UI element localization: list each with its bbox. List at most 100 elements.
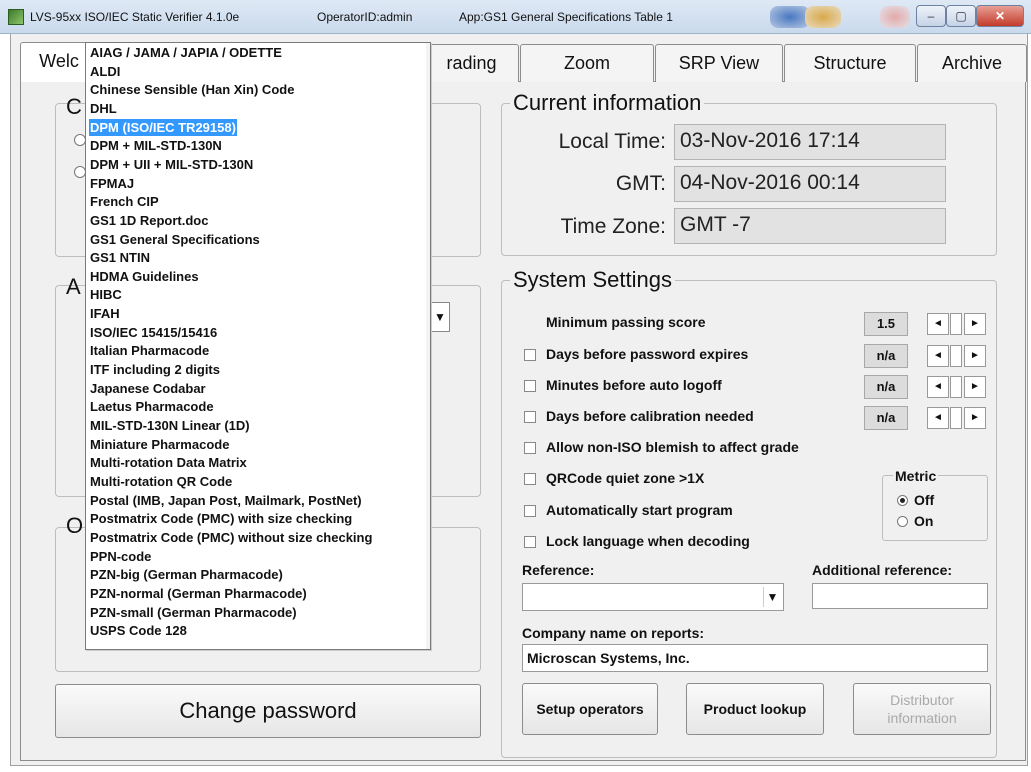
dropdown-item[interactable]: DHL <box>89 100 118 117</box>
dropdown-item[interactable]: ALDI <box>89 63 121 80</box>
local-time-value: 03-Nov-2016 17:14 <box>674 124 946 160</box>
taskbar-blur-icon <box>880 6 910 28</box>
additional-reference-label: Additional reference: <box>812 562 953 578</box>
metric-off-radio[interactable] <box>897 495 908 506</box>
min-score-slider[interactable] <box>950 313 962 335</box>
min-score-increase-button[interactable]: ► <box>964 313 986 335</box>
dropdown-item[interactable]: Multi-rotation QR Code <box>89 473 233 490</box>
dropdown-item[interactable]: PZN-normal (German Pharmacode) <box>89 585 308 602</box>
dropdown-item[interactable]: French CIP <box>89 193 160 210</box>
dropdown-item[interactable]: Japanese Codabar <box>89 380 207 397</box>
metric-on-option[interactable]: On <box>897 513 933 529</box>
dropdown-item[interactable]: DPM (ISO/IEC TR29158) <box>89 118 237 136</box>
dropdown-item[interactable]: FPMAJ <box>89 175 135 192</box>
autostart-checkbox[interactable] <box>524 505 536 517</box>
metric-on-radio[interactable] <box>897 516 908 527</box>
distributor-information-button[interactable]: Distributor information <box>853 683 991 735</box>
tab-zoom[interactable]: Zoom <box>520 44 654 82</box>
tab-grading[interactable]: rading <box>424 44 519 82</box>
blemish-checkbox[interactable] <box>524 442 536 454</box>
dropdown-item[interactable]: Miniature Pharmacode <box>89 436 230 453</box>
dropdown-item[interactable]: Postmatrix Code (PMC) with size checking <box>89 510 353 527</box>
dropdown-scrollbar[interactable] <box>426 43 430 649</box>
calibration-increase-button[interactable]: ► <box>964 407 986 429</box>
application-dropdown-list[interactable]: AIAG / JAMA / JAPIA / ODETTE ALDI Chinese … <box>85 42 431 650</box>
left-group-1-title: C <box>66 94 82 119</box>
dropdown-item[interactable]: MIL-STD-130N Linear (1D) <box>89 417 251 434</box>
left-group-3-title: O <box>66 513 84 538</box>
tab-structure[interactable]: Structure <box>784 44 916 82</box>
tab-archive[interactable]: Archive <box>917 44 1027 82</box>
dropdown-item[interactable]: USPS Code 128 <box>89 622 188 639</box>
app-icon <box>8 9 24 25</box>
metric-on-label: On <box>914 513 934 529</box>
close-button[interactable]: ✕ <box>976 5 1024 27</box>
gmt-value: 04-Nov-2016 00:14 <box>674 166 946 202</box>
auto-logoff-slider[interactable] <box>950 376 962 398</box>
dropdown-item[interactable]: DPM + MIL-STD-130N <box>89 137 223 154</box>
qr-quiet-zone-checkbox[interactable] <box>524 473 536 485</box>
dropdown-item[interactable]: Italian Pharmacode <box>89 342 210 359</box>
dropdown-item[interactable]: Laetus Pharmacode <box>89 398 215 415</box>
min-score-decrease-button[interactable]: ◄ <box>927 313 949 335</box>
window-title-app: LVS-95xx ISO/IEC Static Verifier 4.1.0e <box>30 10 240 24</box>
gmt-label: GMT: <box>615 172 666 195</box>
title-bar: LVS-95xx ISO/IEC Static Verifier 4.1.0e … <box>0 0 1031 34</box>
metric-off-option[interactable]: Off <box>897 492 934 508</box>
metric-title: Metric <box>893 468 939 484</box>
timezone-value: GMT -7 <box>674 208 946 244</box>
calibration-slider[interactable] <box>950 407 962 429</box>
password-expires-decrease-button[interactable]: ◄ <box>927 345 949 367</box>
auto-logoff-increase-button[interactable]: ► <box>964 376 986 398</box>
dropdown-item[interactable]: PPN-code <box>89 548 152 565</box>
auto-logoff-decrease-button[interactable]: ◄ <box>927 376 949 398</box>
calibration-decrease-button[interactable]: ◄ <box>927 407 949 429</box>
window-title-program: App:GS1 General Specifications Table 1 <box>459 10 673 24</box>
password-expires-value: n/a <box>864 344 908 368</box>
company-name-input[interactable]: Microscan Systems, Inc. <box>522 644 988 672</box>
dropdown-item[interactable]: Chinese Sensible (Han Xin) Code <box>89 81 295 98</box>
window-title-operator: OperatorID:admin <box>317 10 413 24</box>
reference-select[interactable]: ▼ <box>522 583 784 611</box>
dropdown-item[interactable]: Multi-rotation Data Matrix <box>89 454 248 471</box>
dropdown-item[interactable]: ISO/IEC 15415/15416 <box>89 324 218 341</box>
maximize-button[interactable]: ▢ <box>946 5 976 27</box>
auto-logoff-value: n/a <box>864 375 908 399</box>
dropdown-item[interactable]: HIBC <box>89 286 123 303</box>
minimize-button[interactable]: – <box>916 5 946 27</box>
dropdown-item[interactable]: Postmatrix Code (PMC) without size check… <box>89 529 373 546</box>
reference-label: Reference: <box>522 562 595 578</box>
password-expires-increase-button[interactable]: ► <box>964 345 986 367</box>
left-combo-arrow[interactable]: ▼ <box>430 302 450 332</box>
calibration-label: Days before calibration needed <box>546 408 754 424</box>
dropdown-item[interactable]: DPM + UII + MIL-STD-130N <box>89 156 254 173</box>
dropdown-item[interactable]: GS1 General Specifications <box>89 231 261 248</box>
dropdown-item[interactable]: ITF including 2 digits <box>89 361 221 378</box>
change-password-button[interactable]: Change password <box>55 684 481 738</box>
setup-operators-button[interactable]: Setup operators <box>522 683 658 735</box>
calibration-checkbox[interactable] <box>524 411 536 423</box>
current-information-title: Current information <box>510 90 705 116</box>
lock-language-checkbox[interactable] <box>524 536 536 548</box>
password-expires-label: Days before password expires <box>546 346 749 362</box>
additional-reference-input[interactable] <box>812 583 988 609</box>
dropdown-item[interactable]: GS1 NTIN <box>89 249 151 266</box>
password-expires-checkbox[interactable] <box>524 349 536 361</box>
password-expires-slider[interactable] <box>950 345 962 367</box>
auto-logoff-checkbox[interactable] <box>524 380 536 392</box>
dropdown-item[interactable]: GS1 1D Report.doc <box>89 212 209 229</box>
tab-srp-view[interactable]: SRP View <box>655 44 783 82</box>
dropdown-item[interactable]: PZN-small (German Pharmacode) <box>89 604 298 621</box>
calibration-value: n/a <box>864 406 908 430</box>
dropdown-item[interactable]: PZN-big (German Pharmacode) <box>89 566 284 583</box>
dropdown-item[interactable]: Postal (IMB, Japan Post, Mailmark, PostN… <box>89 492 363 509</box>
dropdown-item[interactable]: AIAG / JAMA / JAPIA / ODETTE <box>89 44 283 61</box>
distributor-label-line2: information <box>887 710 957 726</box>
metric-off-label: Off <box>914 492 935 508</box>
blemish-label: Allow non-ISO blemish to affect grade <box>546 439 799 455</box>
reference-dropdown-arrow[interactable]: ▼ <box>763 587 781 607</box>
dropdown-item[interactable]: HDMA Guidelines <box>89 268 200 285</box>
dropdown-item[interactable]: IFAH <box>89 305 121 322</box>
auto-logoff-label: Minutes before auto logoff <box>546 377 722 393</box>
product-lookup-button[interactable]: Product lookup <box>686 683 824 735</box>
